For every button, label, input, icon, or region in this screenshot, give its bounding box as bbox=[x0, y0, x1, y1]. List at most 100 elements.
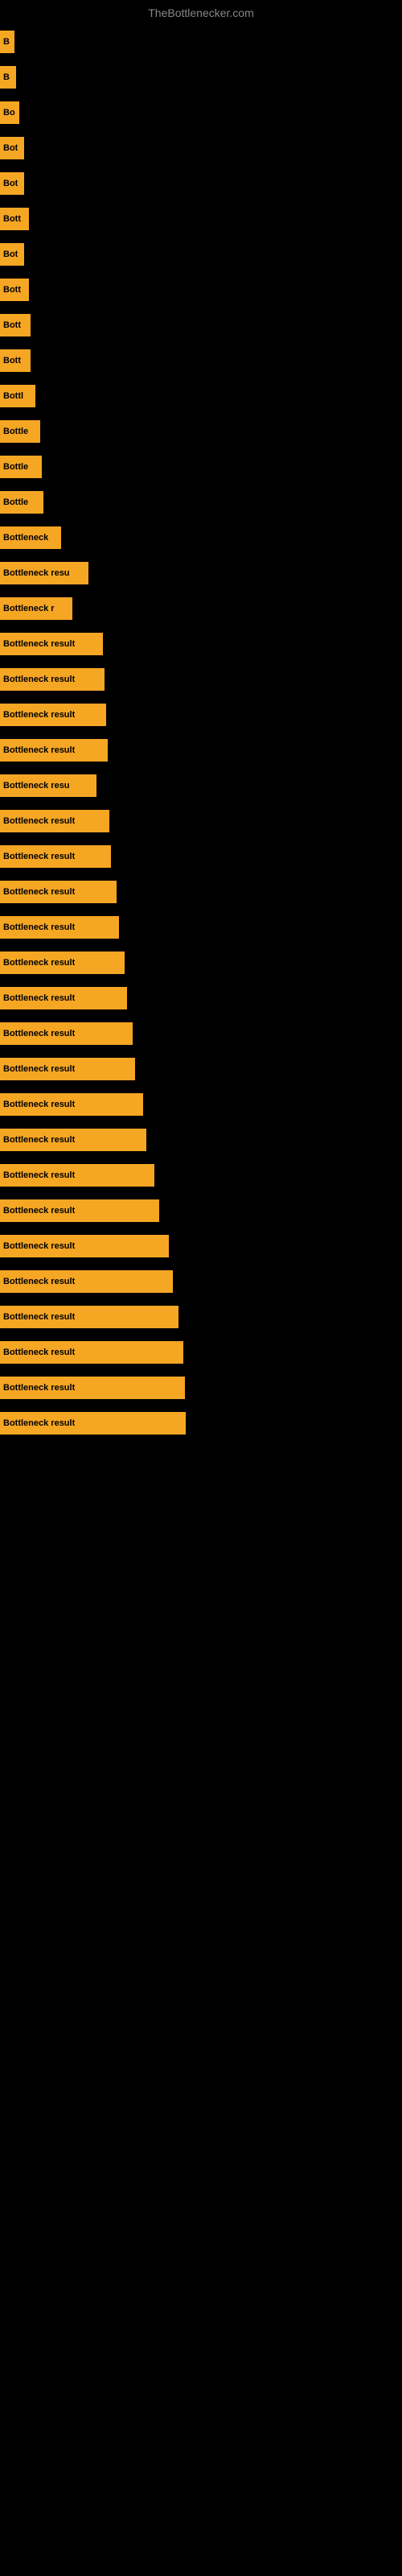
bar-row: Bottleneck result bbox=[0, 1228, 402, 1264]
bar-row: Bottleneck result bbox=[0, 662, 402, 697]
bar-row: Bottleneck result bbox=[0, 1158, 402, 1193]
bar-label: Bottleneck result bbox=[3, 745, 75, 755]
bar-label: B bbox=[3, 72, 10, 82]
site-title: TheBottlenecker.com bbox=[0, 0, 402, 23]
bar-item: Bott bbox=[0, 314, 31, 336]
bar-row: Bottleneck result bbox=[0, 1406, 402, 1441]
bar-item: Bottleneck result bbox=[0, 987, 127, 1009]
bar-row: Bo bbox=[0, 95, 402, 130]
bar-row: Bottleneck result bbox=[0, 1193, 402, 1228]
bar-item: Bottleneck resu bbox=[0, 774, 96, 797]
bar-item: Bottleneck result bbox=[0, 1093, 143, 1116]
bar-item: B bbox=[0, 66, 16, 89]
bar-label: Bo bbox=[3, 108, 15, 118]
bar-label: Bottleneck resu bbox=[3, 568, 70, 578]
bar-label: Bottleneck r bbox=[3, 604, 55, 613]
bar-item: Bottl bbox=[0, 385, 35, 407]
bar-item: Bottleneck result bbox=[0, 633, 103, 655]
bar-label: Bottleneck result bbox=[3, 887, 75, 897]
bar-item: Bottleneck result bbox=[0, 668, 105, 691]
bar-label: Bot bbox=[3, 250, 18, 259]
bar-row: Bottleneck result bbox=[0, 1370, 402, 1406]
bar-label: Bottleneck result bbox=[3, 816, 75, 826]
bar-item: Bottle bbox=[0, 491, 43, 514]
bar-item: Bottleneck result bbox=[0, 881, 117, 903]
bar-row: Bottleneck result bbox=[0, 1122, 402, 1158]
bar-label: Bott bbox=[3, 285, 21, 295]
bar-label: Bottleneck result bbox=[3, 639, 75, 649]
bar-label: Bottleneck result bbox=[3, 1418, 75, 1428]
bar-label: Bottleneck resu bbox=[3, 781, 70, 791]
bar-row: Bott bbox=[0, 308, 402, 343]
bar-row: Bottleneck result bbox=[0, 910, 402, 945]
bar-item: Bottleneck result bbox=[0, 1058, 135, 1080]
bar-row: Bottleneck result bbox=[0, 626, 402, 662]
bar-label: Bottleneck result bbox=[3, 1170, 75, 1180]
bar-row: Bottleneck result bbox=[0, 733, 402, 768]
bar-row: Bottleneck bbox=[0, 520, 402, 555]
bar-row: Bottleneck result bbox=[0, 1087, 402, 1122]
bar-row: Bottleneck result bbox=[0, 803, 402, 839]
bar-label: Bottleneck result bbox=[3, 852, 75, 861]
bar-label: Bottle bbox=[3, 462, 28, 472]
bar-row: Bottleneck result bbox=[0, 945, 402, 980]
bar-item: Bottleneck result bbox=[0, 1235, 169, 1257]
bar-label: Bottleneck bbox=[3, 533, 48, 543]
bar-row: Bottleneck result bbox=[0, 839, 402, 874]
bar-item: Bot bbox=[0, 243, 24, 266]
bar-item: Bottleneck result bbox=[0, 1341, 183, 1364]
bar-row: Bottle bbox=[0, 449, 402, 485]
bar-label: Bott bbox=[3, 356, 21, 365]
bar-row: Bot bbox=[0, 166, 402, 201]
bar-row: B bbox=[0, 24, 402, 60]
bar-row: Bottle bbox=[0, 485, 402, 520]
bar-row: Bottleneck result bbox=[0, 1264, 402, 1299]
bar-label: Bottleneck result bbox=[3, 1100, 75, 1109]
bar-label: Bottleneck result bbox=[3, 1206, 75, 1216]
bar-row: Bottleneck result bbox=[0, 1335, 402, 1370]
bar-item: Bottleneck result bbox=[0, 1164, 154, 1187]
bar-row: Bottleneck resu bbox=[0, 555, 402, 591]
bar-label: Bottle bbox=[3, 497, 28, 507]
bar-item: Bottle bbox=[0, 420, 40, 443]
bar-row: Bottleneck r bbox=[0, 591, 402, 626]
bar-label: Bottleneck result bbox=[3, 675, 75, 684]
bar-label: Bot bbox=[3, 143, 18, 153]
bar-item: Bottleneck result bbox=[0, 952, 125, 974]
bar-item: Bott bbox=[0, 349, 31, 372]
bar-item: Bottleneck result bbox=[0, 1377, 185, 1399]
bar-label: Bottleneck result bbox=[3, 1029, 75, 1038]
bar-item: Bo bbox=[0, 101, 19, 124]
bar-label: Bottleneck result bbox=[3, 1383, 75, 1393]
bar-row: Bottleneck result bbox=[0, 874, 402, 910]
bar-item: Bottleneck result bbox=[0, 1199, 159, 1222]
bar-label: Bottleneck result bbox=[3, 1135, 75, 1145]
bar-row: Bott bbox=[0, 201, 402, 237]
bar-item: Bottleneck result bbox=[0, 810, 109, 832]
bar-item: Bot bbox=[0, 137, 24, 159]
bar-label: Bottleneck result bbox=[3, 1312, 75, 1322]
bar-row: Bottleneck result bbox=[0, 697, 402, 733]
bar-label: Bottl bbox=[3, 391, 23, 401]
bar-item: Bottleneck result bbox=[0, 845, 111, 868]
bar-row: Bottleneck result bbox=[0, 1299, 402, 1335]
bar-row: Bottl bbox=[0, 378, 402, 414]
bar-item: Bot bbox=[0, 172, 24, 195]
bar-row: Bot bbox=[0, 237, 402, 272]
bar-item: Bottleneck result bbox=[0, 1306, 178, 1328]
bar-label: B bbox=[3, 37, 10, 47]
bar-row: Bott bbox=[0, 272, 402, 308]
bar-item: Bottleneck r bbox=[0, 597, 72, 620]
bar-row: B bbox=[0, 60, 402, 95]
bar-item: Bottleneck result bbox=[0, 1270, 173, 1293]
bar-row: Bottleneck result bbox=[0, 1051, 402, 1087]
bar-row: Bottleneck result bbox=[0, 1016, 402, 1051]
bar-item: Bottleneck result bbox=[0, 704, 106, 726]
bar-item: Bott bbox=[0, 208, 29, 230]
bar-item: Bottleneck result bbox=[0, 1412, 186, 1435]
bar-row: Bott bbox=[0, 343, 402, 378]
bar-label: Bottleneck result bbox=[3, 958, 75, 968]
bar-item: Bottleneck result bbox=[0, 916, 119, 939]
bar-item: Bottleneck bbox=[0, 526, 61, 549]
bar-label: Bottleneck result bbox=[3, 1241, 75, 1251]
